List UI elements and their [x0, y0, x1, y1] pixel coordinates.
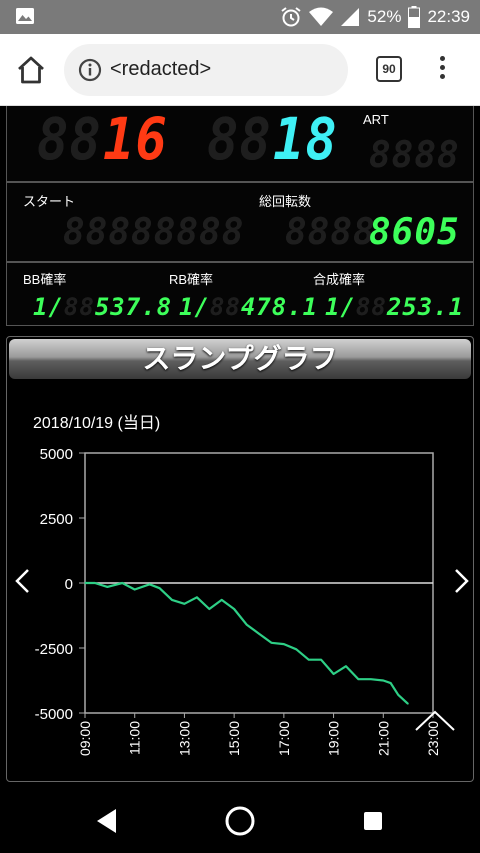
- page-content: 88 16 88 18 ART 8888 スタート 88888888 総回転数 …: [0, 106, 480, 788]
- slump-point: [333, 673, 335, 675]
- home-circle-icon[interactable]: [223, 804, 257, 838]
- slump-point: [283, 643, 285, 645]
- rb-counter: 18: [273, 106, 338, 173]
- slump-point: [84, 582, 86, 584]
- slump-point: [196, 596, 198, 598]
- rb-rate-label: RB確率: [169, 272, 214, 287]
- x-tick-label: 09:00: [77, 721, 93, 756]
- slump-point: [246, 624, 248, 626]
- url-bar[interactable]: <redacted>: [64, 44, 348, 96]
- android-nav-bar: [0, 788, 480, 853]
- rb-rate-prefix: 1/: [179, 293, 210, 321]
- slump-point: [221, 599, 223, 601]
- slump-point: [370, 678, 372, 680]
- slump-point: [208, 608, 210, 610]
- tab-switcher-button[interactable]: 90: [376, 56, 402, 82]
- bb-rate-prefix: 1/: [33, 293, 64, 321]
- rb-rate: 1/88478.1: [179, 293, 318, 321]
- gallery-notification-icon: [16, 8, 34, 24]
- slump-point: [183, 603, 185, 605]
- slump-point: [357, 678, 359, 680]
- slump-graph-panel: 5000 2500 0 -2500 -5000 09:00 11:00 13:00 15:00 1…: [6, 336, 474, 782]
- y-tick-label: 2500: [40, 511, 73, 528]
- spin-counter-panel: スタート 88888888 総回転数 8888 8605: [6, 182, 474, 262]
- bb-counter: 16: [103, 106, 168, 173]
- slump-point: [390, 682, 392, 684]
- slump-point: [320, 659, 322, 661]
- x-tick-label: 21:00: [375, 721, 391, 756]
- bb-rate-label: BB確率: [23, 272, 67, 287]
- rb-counter-ghost: 88: [207, 106, 272, 173]
- battery-percent: 52%: [367, 7, 402, 26]
- slump-point: [106, 586, 108, 588]
- x-tick-label: 19:00: [326, 721, 342, 756]
- combined-rate-prefix: 1/: [325, 293, 356, 321]
- bb-counter-ghost: 88: [37, 106, 102, 173]
- y-tick-label: 0: [65, 576, 73, 593]
- x-tick-label: 17:00: [276, 721, 292, 756]
- slump-point: [345, 665, 347, 667]
- combined-rate-label: 合成確率: [313, 272, 366, 287]
- signal-icon: [341, 8, 360, 26]
- x-tick-label: 11:00: [127, 721, 143, 755]
- y-tick-label: -2500: [35, 641, 73, 658]
- slump-point: [171, 599, 173, 601]
- total-spins-ghost: 8888: [285, 212, 376, 253]
- total-spins-value: 8605: [369, 212, 460, 253]
- home-icon[interactable]: [16, 56, 46, 84]
- info-icon[interactable]: [78, 58, 102, 82]
- start-counter-ghost: 88888888: [63, 212, 245, 253]
- slump-chart: 5000 2500 0 -2500 -500009:00 11:00 13:00 15:00 1…: [35, 446, 441, 756]
- start-label: スタート: [23, 194, 76, 209]
- bb-rate-value: 537.8: [94, 293, 173, 321]
- art-counter-ghost: 8888: [369, 135, 460, 176]
- slump-graph-title: スランプグラフ: [9, 339, 471, 379]
- alarm-icon: [281, 7, 302, 27]
- combined-rate-value: 253.1: [386, 293, 465, 321]
- y-tick-label: -5000: [35, 706, 73, 723]
- rb-rate-value: 478.1: [240, 293, 319, 321]
- x-tick-label: 15:00: [226, 721, 242, 756]
- url-text[interactable]: <redacted>: [110, 58, 211, 81]
- probability-panel: BB確率 1/88537.8 RB確率 1/88478.1 合成確率 1/882…: [6, 262, 474, 326]
- browser-toolbar: <redacted> 90: [0, 34, 480, 106]
- combined-rate-ghost: 88: [355, 293, 387, 321]
- slump-point: [121, 582, 123, 584]
- slump-point: [308, 659, 310, 661]
- y-tick-label: 5000: [40, 446, 73, 463]
- recents-icon[interactable]: [356, 804, 390, 838]
- previous-day-arrow-icon[interactable]: [11, 567, 35, 595]
- slump-point: [382, 679, 384, 682]
- slump-point: [397, 694, 399, 696]
- slump-point: [258, 633, 260, 635]
- slump-point: [295, 648, 297, 650]
- slump-point: [134, 588, 136, 591]
- x-tick-label: 13:00: [176, 721, 192, 756]
- total-spins-label: 総回転数: [259, 194, 312, 209]
- next-day-arrow-icon[interactable]: [449, 567, 473, 595]
- slump-point: [407, 703, 409, 705]
- back-icon[interactable]: [90, 804, 124, 838]
- bb-rate: 1/88537.8: [33, 293, 172, 321]
- overflow-menu-icon[interactable]: [436, 56, 448, 84]
- scroll-top-chevron-icon[interactable]: [413, 709, 457, 733]
- slump-point: [270, 642, 272, 644]
- graph-date: 2018/10/19 (当日): [33, 415, 161, 432]
- clock: 22:39: [427, 7, 470, 26]
- combined-rate: 1/88253.1: [325, 293, 464, 321]
- rb-rate-ghost: 88: [209, 293, 241, 321]
- slump-line: [85, 581, 409, 705]
- bonus-counter-panel: 88 16 88 18 ART 8888: [6, 106, 474, 182]
- slump-point: [94, 582, 96, 584]
- slump-point: [159, 587, 161, 589]
- art-label: ART: [363, 112, 389, 127]
- slump-point: [149, 583, 151, 585]
- wifi-icon: [309, 7, 334, 26]
- slump-point: [233, 608, 235, 610]
- battery-icon: [408, 6, 421, 28]
- status-bar: 52% 22:39: [0, 0, 480, 34]
- bb-rate-ghost: 88: [63, 293, 95, 321]
